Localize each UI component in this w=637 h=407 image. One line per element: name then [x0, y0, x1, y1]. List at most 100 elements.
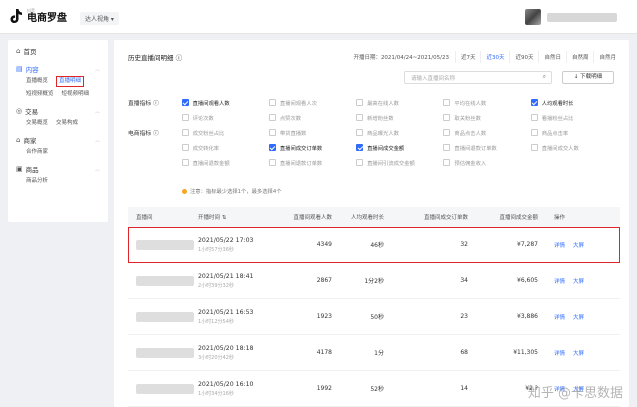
- metric-label: 直播间引流成交金额: [367, 160, 415, 167]
- metric-label: 直播间观看人数: [192, 100, 230, 107]
- metric-checkbox[interactable]: 直播间退款订单数: [268, 159, 356, 167]
- metric-checkbox[interactable]: 商品曝光人数: [356, 129, 443, 137]
- checkbox-icon[interactable]: [268, 114, 276, 121]
- date-range-button[interactable]: 自然周: [565, 51, 594, 63]
- sidebar-subitem[interactable]: 商品分析: [26, 176, 48, 187]
- checkbox-icon[interactable]: [356, 99, 364, 106]
- checkbox-icon[interactable]: [181, 129, 189, 136]
- metric-checkbox[interactable]: 评论次数: [181, 114, 269, 122]
- user-area[interactable]: [525, 9, 617, 25]
- logo[interactable]: 抖音 电商罗盘: [10, 8, 67, 24]
- checkbox-icon[interactable]: [530, 129, 538, 136]
- checkbox-icon[interactable]: [443, 144, 451, 151]
- date-range-button[interactable]: 自然月: [593, 51, 621, 63]
- checkbox-icon[interactable]: [356, 129, 364, 136]
- checkbox-checked-icon[interactable]: [181, 99, 189, 106]
- table-row[interactable]: 2021/05/21 16:53 1小时12分54秒 1923 50秒 23 ¥3,886…: [128, 299, 620, 335]
- metric-checkbox[interactable]: 成交粉丝占比: [181, 129, 269, 137]
- metric-checkbox[interactable]: 直播间引流成交金额: [356, 159, 443, 167]
- metric-checkbox[interactable]: 平均在线人数: [443, 99, 530, 107]
- checkbox-icon[interactable]: [181, 114, 189, 121]
- metric-checkbox[interactable]: 商品点击率: [530, 129, 618, 137]
- role-selector[interactable]: 达人视角 ▾: [80, 12, 119, 25]
- checkbox-icon[interactable]: [443, 114, 451, 121]
- metric-checkbox[interactable]: 商品点击人数: [443, 129, 530, 137]
- big-screen-link[interactable]: 大屏: [573, 243, 584, 249]
- detail-link[interactable]: 详情: [554, 279, 565, 285]
- sidebar-subitem[interactable]: 短视频概览: [26, 89, 54, 100]
- sidebar-item-product[interactable]: ▣ 商品 ︿: [16, 162, 100, 176]
- sidebar-item-content[interactable]: ▤ 内容 ︿: [16, 62, 100, 76]
- sidebar-subitem[interactable]: 交易概览: [26, 118, 48, 129]
- big-screen-link[interactable]: 大屏: [573, 279, 584, 285]
- detail-link[interactable]: 详情: [554, 243, 565, 249]
- metric-checkbox[interactable]: 直播间成交金额: [356, 144, 443, 152]
- sidebar-subitem[interactable]: 直播概览: [26, 76, 48, 87]
- metric-checkbox[interactable]: 直播间退款金额: [181, 159, 269, 167]
- checkbox-icon[interactable]: [356, 114, 364, 121]
- sidebar-subitem[interactable]: 合作商家: [26, 147, 48, 158]
- chevron-up-icon[interactable]: ︿: [95, 108, 100, 115]
- chevron-up-icon[interactable]: ︿: [95, 66, 100, 73]
- metric-checkbox[interactable]: 带货直播数: [268, 129, 356, 137]
- date-range-button[interactable]: 近90天: [509, 51, 538, 63]
- date-range-button[interactable]: 近7天: [454, 51, 481, 63]
- metric-group-label: 电商指标 ⓘ: [128, 131, 159, 137]
- column-header[interactable]: 开播时间 ⇅: [198, 213, 272, 221]
- ops-cell: 详情 大屏: [542, 241, 602, 249]
- checkbox-icon[interactable]: [356, 159, 364, 166]
- checkbox-icon[interactable]: [530, 144, 538, 151]
- metric-checkbox[interactable]: 取关粉丝数: [443, 114, 530, 122]
- checkbox-checked-icon[interactable]: [356, 144, 364, 151]
- metric-checkbox[interactable]: 直播间观看人次: [268, 99, 356, 107]
- sidebar-item-home[interactable]: ⌂ 首页: [16, 44, 100, 58]
- checkbox-checked-icon[interactable]: [268, 144, 276, 151]
- table-row[interactable]: 2021/05/22 17:03 1小时57分36秒 4349 46秒 32 ¥7,287…: [128, 227, 620, 263]
- date-range-button[interactable]: 近30天: [480, 51, 509, 63]
- metric-checkbox[interactable]: 直播间观看人数: [181, 99, 269, 107]
- metric-checkbox[interactable]: 成交转化率: [181, 144, 269, 152]
- metric-checkbox[interactable]: 直播间成交人数: [530, 144, 618, 152]
- checkbox-icon[interactable]: [443, 99, 451, 106]
- checkbox-icon[interactable]: [443, 159, 451, 166]
- sidebar-subitem[interactable]: 短视频明细: [62, 89, 90, 100]
- detail-link[interactable]: 详情: [554, 351, 565, 357]
- metric-checkbox[interactable]: 新增粉丝数: [356, 114, 443, 122]
- download-button[interactable]: ↓ 下载明细: [562, 71, 614, 84]
- checkbox-icon[interactable]: [268, 99, 276, 106]
- checkbox-icon[interactable]: [268, 129, 276, 136]
- date-range-button[interactable]: 自然日: [538, 51, 566, 63]
- avatar[interactable]: [525, 9, 541, 25]
- sidebar-item-merchant[interactable]: ⌂ 商家 ︿: [16, 133, 100, 147]
- sidebar-subitem[interactable]: 直播明细: [56, 76, 85, 87]
- checkbox-checked-icon[interactable]: [530, 99, 538, 106]
- chevron-up-icon[interactable]: ︿: [95, 166, 100, 173]
- column-header: 直播间: [136, 215, 153, 221]
- metric-checkbox[interactable]: 人均观看时长: [530, 99, 618, 107]
- table-row[interactable]: 2021/05/20 18:18 3小时20分42秒 4178 1分 68 ¥11,305…: [128, 335, 620, 371]
- metric-checkbox[interactable]: 最高在线人数: [356, 99, 443, 107]
- metric-checkbox[interactable]: 预估佣金收入: [443, 159, 530, 167]
- metric-checkbox[interactable]: 直播间退款订单数: [443, 144, 530, 152]
- douyin-logo-icon: [10, 8, 24, 24]
- sidebar-subitem[interactable]: 交易构成: [56, 118, 78, 129]
- checkbox-icon[interactable]: [268, 159, 276, 166]
- big-screen-link[interactable]: 大屏: [573, 351, 584, 357]
- metric-checkbox[interactable]: 看播粉丝占比: [530, 114, 618, 122]
- checkbox-icon[interactable]: [443, 129, 451, 136]
- metric-checkbox[interactable]: 直播间成交订单数: [268, 144, 356, 152]
- sidebar-item-trade[interactable]: ◎ 交易 ︿: [16, 104, 100, 118]
- checkbox-icon[interactable]: [181, 159, 189, 166]
- checkbox-icon[interactable]: [530, 114, 538, 121]
- big-screen-link[interactable]: 大屏: [573, 315, 584, 321]
- checkbox-icon[interactable]: [181, 144, 189, 151]
- search-input[interactable]: 请输入直播间名称 ⌕: [404, 71, 552, 84]
- chevron-up-icon[interactable]: ︿: [95, 137, 100, 144]
- sidebar-item-label: 首页: [23, 48, 37, 56]
- detail-link[interactable]: 详情: [554, 315, 565, 321]
- metric-label: 人均观看时长: [541, 100, 574, 107]
- nav-group: ▤ 内容 ︿ 直播概览 直播明细 短视频概览 短视频明细: [8, 62, 108, 100]
- search-icon[interactable]: ⌕: [543, 73, 546, 81]
- table-row[interactable]: 2021/05/21 18:41 2小时39分32秒 2867 1分2秒 34 ¥6,60…: [128, 263, 620, 299]
- metric-checkbox[interactable]: 点赞次数: [268, 114, 356, 122]
